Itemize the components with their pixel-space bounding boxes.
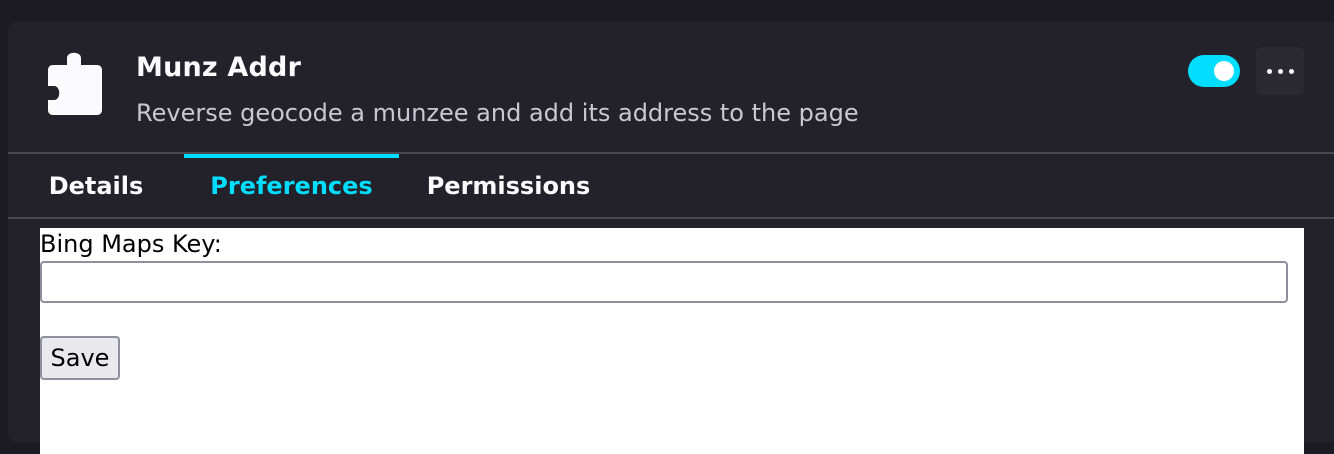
more-dot-icon xyxy=(1267,69,1272,74)
save-button[interactable]: Save xyxy=(40,336,120,380)
addon-title: Munz Addr xyxy=(136,52,302,83)
tab-details[interactable]: Details xyxy=(20,154,172,218)
puzzle-piece-icon xyxy=(48,52,102,115)
bing-maps-key-input[interactable] xyxy=(40,261,1288,303)
more-dot-icon xyxy=(1289,69,1294,74)
more-dot-icon xyxy=(1278,69,1283,74)
more-options-button[interactable] xyxy=(1256,47,1304,95)
toggle-knob xyxy=(1214,61,1234,81)
addon-tabs: Details Preferences Permissions xyxy=(8,154,1334,218)
addon-enable-toggle[interactable] xyxy=(1188,55,1240,87)
tabs-divider xyxy=(8,217,1334,219)
preferences-panel: Bing Maps Key: Save xyxy=(40,228,1304,454)
tab-preferences[interactable]: Preferences xyxy=(184,154,399,218)
bing-maps-key-label: Bing Maps Key: xyxy=(40,230,222,258)
addon-card: Munz Addr Reverse geocode a munzee and a… xyxy=(8,22,1334,454)
addon-description: Reverse geocode a munzee and add its add… xyxy=(136,99,859,127)
tab-permissions[interactable]: Permissions xyxy=(411,154,606,218)
